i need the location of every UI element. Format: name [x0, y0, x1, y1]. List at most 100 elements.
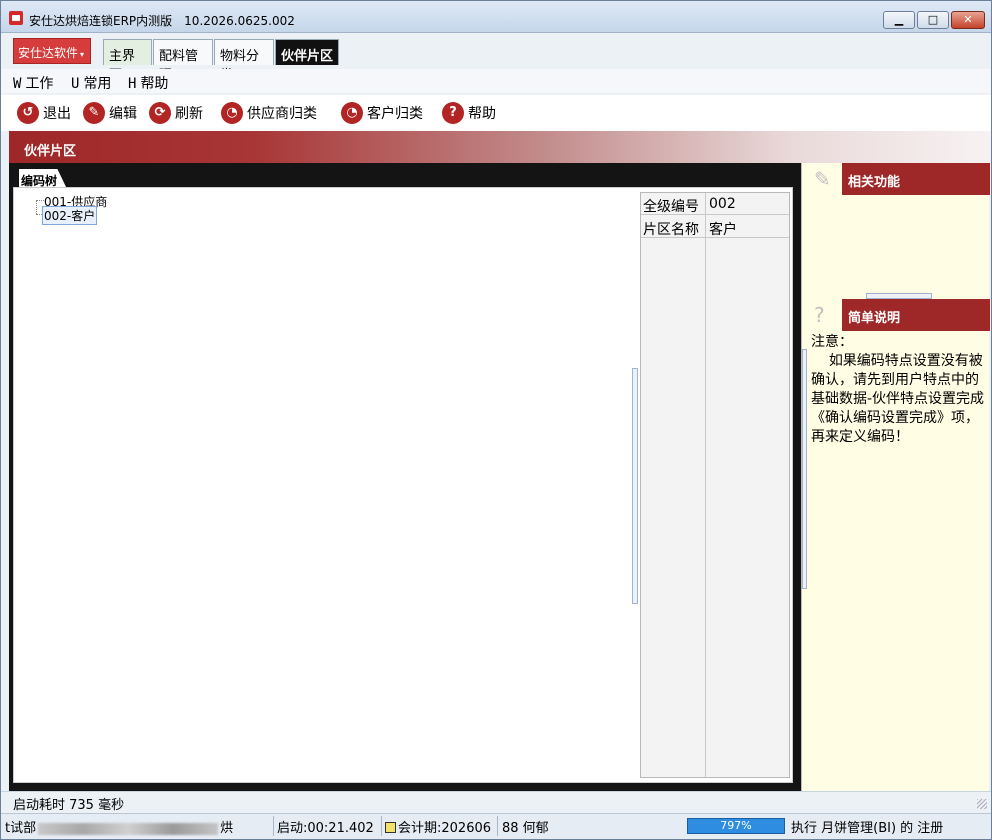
- brief-description-header: 简单说明: [842, 299, 990, 331]
- description-text: 注意： 如果编码特点设置没有被确认，请先到用户特点中的 基础数据-伙伴特点设置完…: [811, 334, 985, 445]
- tree-connector: [36, 200, 37, 214]
- exit-icon: ↺: [17, 102, 39, 124]
- grid-divider: [705, 193, 706, 777]
- menu-label: 工作: [25, 76, 54, 92]
- menu-common[interactable]: U 常用: [71, 73, 111, 93]
- exit-button[interactable]: ↺ 退出: [17, 101, 71, 125]
- accounting-period-cell: 会计期:202606: [385, 817, 491, 836]
- toolbar: ↺ 退出 ✎ 编辑 ⟳ 刷新 ◔ 供应商归类 ◔ 客户归类 ? 帮助: [1, 95, 991, 131]
- section-title: 伙伴片区: [24, 144, 77, 159]
- accounting-period-text: 会计期:202606: [398, 821, 492, 836]
- property-label: 全级编号: [643, 199, 699, 215]
- help-label: 帮助: [468, 106, 496, 122]
- uptime-cell: 启动:00:21.402: [277, 817, 374, 836]
- refresh-button[interactable]: ⟳ 刷新: [149, 101, 203, 125]
- supplier-classify-label: 供应商归类: [247, 106, 317, 122]
- question-icon: ?: [814, 303, 825, 327]
- exit-label: 退出: [43, 106, 71, 122]
- menu-label: 帮助: [140, 76, 169, 92]
- tab-label: 伙伴片区: [281, 49, 334, 64]
- department-suffix: 烘: [220, 821, 234, 836]
- tab-partner-region[interactable]: 伙伴片区: [275, 39, 339, 65]
- user-text: 88 何郁: [502, 821, 549, 836]
- close-button[interactable]: ✕: [951, 11, 985, 29]
- menu-help[interactable]: H 帮助: [128, 73, 168, 93]
- property-grid: 全级编号 002 片区名称 客户: [640, 192, 790, 778]
- startup-time: 启动耗时 735 毫秒: [13, 798, 125, 813]
- app-title: 安仕达烘焙连锁ERP内测版: [29, 14, 173, 28]
- tab-material-category[interactable]: 物料分类: [214, 39, 274, 83]
- redacted-text: [38, 822, 219, 835]
- code-tree-panel: 001-供应商 002-客户 全级编号 002 片区名称 客户: [13, 187, 793, 783]
- clock-icon: ◔: [341, 102, 363, 124]
- tree-node-customer[interactable]: 002-客户: [42, 206, 98, 225]
- side-panel: ✎ 相关功能 ? 简单说明 注意： 如果编码特点设置没有被确认，请先到用户特点中…: [801, 163, 990, 791]
- help-button[interactable]: ? 帮助: [442, 101, 496, 125]
- main-panel: 编码树 001-供应商 002-客户 全级编号 002 片区名称 客户: [9, 163, 801, 791]
- menu-key: W: [13, 76, 22, 92]
- supplier-classify-button[interactable]: ◔ 供应商归类: [221, 101, 317, 125]
- calendar-icon: [385, 822, 396, 833]
- app-version: 10.2026.0625.002: [184, 14, 295, 28]
- brand-label: 安仕达软件: [18, 46, 79, 60]
- status-divider: [381, 816, 382, 836]
- customer-classify-label: 客户归类: [367, 106, 423, 122]
- maximize-icon: □: [927, 13, 939, 26]
- splitter-handle[interactable]: [632, 368, 638, 604]
- brief-description-title: 简单说明: [848, 311, 901, 326]
- section-header: 伙伴片区: [9, 131, 991, 163]
- tab-bar: 安仕达软件▾ 主界面 配料管理 物料分类 伙伴片区: [1, 34, 991, 83]
- title-bar: 安仕达烘焙连锁ERP内测版 10.2026.0625.002 ▁ □ ✕: [1, 1, 991, 33]
- customer-classify-button[interactable]: ◔ 客户归类: [341, 101, 423, 125]
- user-cell: 88 何郁: [502, 817, 549, 836]
- brand-menu-button[interactable]: 安仕达软件 ▾: [13, 38, 91, 64]
- menu-work[interactable]: W 工作: [13, 73, 53, 93]
- startup-status: 启动耗时 735 毫秒: [1, 791, 991, 813]
- panel-edge-handle[interactable]: [802, 349, 807, 589]
- tree-connector: [36, 200, 44, 201]
- property-label: 片区名称: [643, 222, 699, 238]
- menu-label: 常用: [83, 76, 112, 92]
- status-divider: [273, 816, 274, 836]
- tab-ingredients[interactable]: 配料管理: [153, 39, 213, 83]
- refresh-icon: ⟳: [149, 102, 171, 124]
- code-tree-tab[interactable]: 编码树: [19, 169, 67, 189]
- window-controls: ▁ □ ✕: [883, 11, 985, 29]
- uptime-text: 启动:00:21.402: [277, 821, 374, 836]
- clock-icon: ◔: [221, 102, 243, 124]
- department-prefix: t试部: [5, 821, 37, 836]
- status-bar: t试部烘 启动:00:21.402 会计期:202606 88 何郁 797% …: [1, 813, 991, 839]
- minimize-icon: ▁: [894, 13, 904, 26]
- property-row: 片区名称 客户: [641, 216, 789, 238]
- pencil-icon: ✎: [814, 167, 831, 191]
- edit-label: 编辑: [109, 106, 137, 122]
- menu-bar: W 工作 U 常用 H 帮助: [1, 69, 991, 93]
- refresh-label: 刷新: [175, 106, 203, 122]
- status-message-text: 执行 月饼管理(BI) 的 注册: [791, 821, 944, 836]
- maximize-button[interactable]: □: [917, 11, 949, 29]
- progress-label: 797%: [720, 819, 752, 832]
- edit-icon: ✎: [83, 102, 105, 124]
- chevron-down-icon: ▾: [80, 50, 85, 59]
- related-functions-title: 相关功能: [848, 175, 901, 190]
- progress-bar: 797%: [687, 818, 785, 834]
- department-cell: t试部 烘: [5, 817, 233, 836]
- property-value[interactable]: 客户: [709, 219, 737, 239]
- menu-key: U: [71, 76, 80, 92]
- close-icon: ✕: [963, 13, 973, 26]
- minimize-button[interactable]: ▁: [883, 11, 915, 29]
- related-functions-header: 相关功能: [842, 163, 990, 195]
- edit-button[interactable]: ✎ 编辑: [83, 101, 137, 125]
- property-row: 全级编号 002: [641, 193, 789, 215]
- status-divider: [497, 816, 498, 836]
- status-message: 执行 月饼管理(BI) 的 注册: [791, 817, 943, 836]
- property-value[interactable]: 002: [709, 196, 736, 212]
- app-window: 安仕达烘焙连锁ERP内测版 10.2026.0625.002 ▁ □ ✕ 安仕达软…: [0, 0, 992, 840]
- tree-node-label: 002-客户: [44, 209, 96, 223]
- resize-grip-icon[interactable]: [977, 799, 987, 809]
- tree-tab-label: 编码树: [21, 174, 58, 188]
- menu-key: H: [128, 76, 137, 92]
- tab-main[interactable]: 主界面: [103, 39, 152, 83]
- window-title: 安仕达烘焙连锁ERP内测版 10.2026.0625.002: [29, 12, 295, 29]
- app-logo-icon: [9, 11, 23, 25]
